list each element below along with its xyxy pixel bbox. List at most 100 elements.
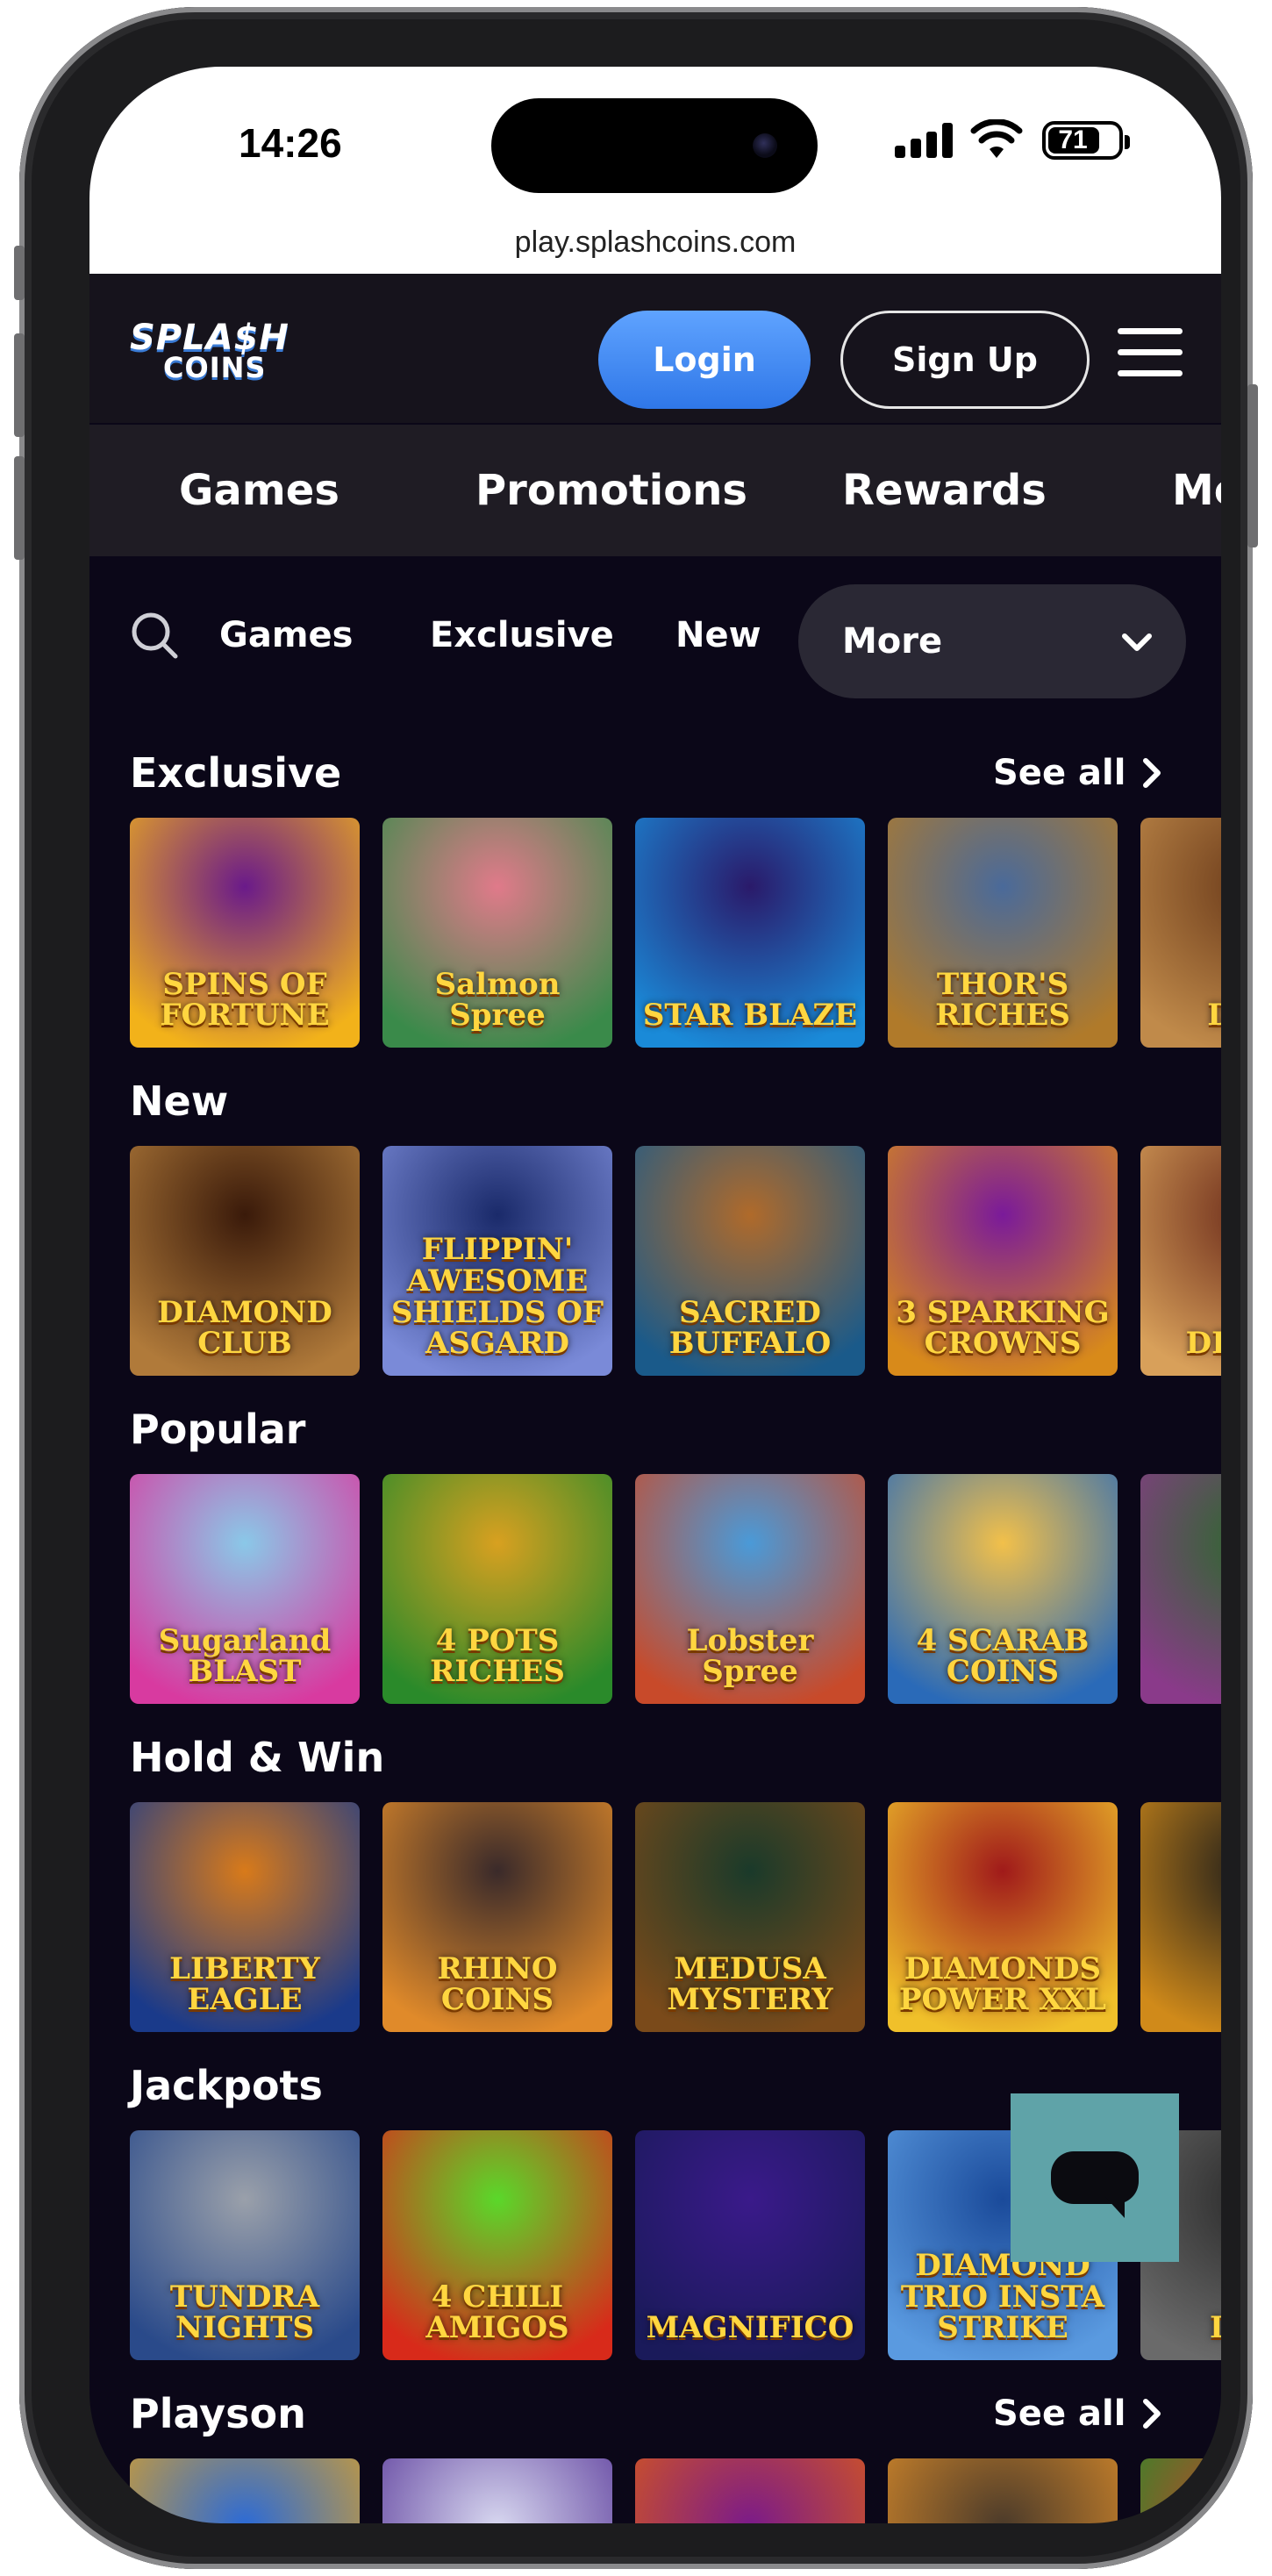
game-tile[interactable] [382,2458,612,2523]
phone-frame: 14:26 71 play.splashcoins.com SPLA$H COI… [14,7,1258,2569]
game-tile[interactable]: MEDUSA MYSTERY [635,1802,865,2032]
search-icon[interactable] [130,611,179,660]
game-tile[interactable]: Wi [1140,1474,1221,1704]
game-title: DESERT [1185,1326,1221,1362]
game-title: Sugarland BLAST [158,1622,332,1690]
filter-bar: Games Exclusive New More [89,556,1221,698]
game-title: DIAMOND CLUB [157,1294,332,1362]
section-title-exclusive: Exclusive [130,749,342,797]
game-row-new: DIAMOND CLUB FLIPPIN' AWESOME SHIELDS OF … [130,1146,1221,1376]
signal-icon [895,123,953,158]
game-tile[interactable]: 4 POTS RICHES [382,1474,612,1704]
game-tile[interactable]: DIAM [1140,818,1221,1048]
game-title: Salmon Spree [434,966,561,1034]
battery-icon: 71 [1042,121,1130,160]
see-all-label: See all [993,753,1126,793]
game-title: DIAMOND TRIO INSTA STRIKE [900,2247,1105,2346]
nav-item-games[interactable]: Games [179,425,339,556]
sign-up-button[interactable]: Sign Up [840,311,1090,409]
game-tile[interactable]: MAGNIFICO [635,2130,865,2360]
game-tile[interactable]: 3 SPARKING CROWNS [888,1146,1118,1376]
game-tile[interactable] [130,2458,360,2523]
splash-coins-logo[interactable]: SPLA$H COINS [130,318,289,384]
game-title: RHINO COINS [437,1950,558,2018]
section-title-playson: Playson [130,2390,306,2437]
section-title-hold-win: Hold & Win [130,1734,385,1781]
filter-games[interactable]: Games [219,607,353,663]
game-tile[interactable]: STAR BLAZE [635,818,865,1048]
game-tile[interactable] [635,2458,865,2523]
filter-exclusive[interactable]: Exclusive [430,607,614,663]
see-all-exclusive[interactable]: See all [993,753,1162,793]
game-tile[interactable]: SPINS OF FORTUNE [130,818,360,1048]
game-title: LIBERTY EAGLE [169,1950,320,2018]
game-row-popular: Sugarland BLAST 4 POTS RICHES Lobster Spre… [130,1474,1221,1704]
game-title: MEDUSA MYSTERY [667,1950,833,2018]
logo-text-bottom: COINS [163,351,267,384]
game-row-exclusive: SPINS OF FORTUNE Salmon Spree STAR BLAZE TH… [130,818,1221,1048]
game-tile[interactable]: Salmon Spree [382,818,612,1048]
game-title: DIAMONDS POWER XXL [898,1950,1107,2018]
game-tile[interactable]: MA [1140,1802,1221,2032]
game-tile[interactable]: FLIPPIN' AWESOME SHIELDS OF ASGARD [382,1146,612,1376]
game-tile[interactable] [1140,2458,1221,2523]
game-row-playson [130,2458,1221,2523]
game-tile[interactable]: DIAMONDS POWER XXL [888,1802,1118,2032]
game-tile[interactable]: DESERT [1140,1146,1221,1376]
game-tile[interactable]: 4 CHILI AMIGOS [382,2130,612,2360]
game-title: Licen [1210,2310,1221,2346]
hamburger-menu-icon[interactable] [1118,326,1183,379]
game-title: DIAM [1207,998,1221,1034]
volume-down-button [14,456,25,560]
screen: 14:26 71 play.splashcoins.com SPLA$H COI… [89,67,1221,2523]
camera-icon [753,133,777,158]
main-nav: Games Promotions Rewards Me [89,425,1221,556]
game-tile[interactable]: 4 SCARAB COINS [888,1474,1118,1704]
site-header: SPLA$H COINS Login Sign Up [89,274,1221,423]
game-title: 3 SPARKING CROWNS [896,1294,1110,1362]
chat-icon [1051,2151,1139,2204]
game-title: FLIPPIN' AWESOME SHIELDS OF ASGARD [390,1232,604,1362]
nav-item-rewards[interactable]: Rewards [842,425,1047,556]
game-title: MAGNIFICO [646,2310,854,2346]
nav-item-promotions[interactable]: Promotions [475,425,747,556]
wifi-icon [970,119,1023,158]
game-tile[interactable]: THOR'S RICHES [888,818,1118,1048]
dynamic-island [491,98,818,193]
game-tile[interactable]: LIBERTY EAGLE [130,1802,360,2032]
chevron-right-icon [1143,758,1161,788]
game-title: 4 POTS RICHES [430,1622,565,1690]
power-button [1247,384,1258,547]
more-dropdown-label: More [842,621,943,662]
nav-item-more[interactable]: Me [1172,425,1221,556]
game-title: Wi [1140,1657,1221,1704]
game-tile[interactable]: RHINO COINS [382,1802,612,2032]
game-title: MA [1140,1985,1221,2032]
game-tile[interactable]: TUNDRA NIGHTS [130,2130,360,2360]
game-title: 4 CHILI AMIGOS [425,2279,569,2346]
volume-up-button [14,333,25,437]
game-tile[interactable]: DIAMOND CLUB [130,1146,360,1376]
game-title: TUNDRA NIGHTS [169,2279,320,2346]
chat-widget-button[interactable] [1011,2093,1179,2262]
game-title: SACRED BUFFALO [668,1294,832,1362]
login-button[interactable]: Login [598,311,811,409]
game-tile[interactable]: Sugarland BLAST [130,1474,360,1704]
chat-icon-tail [1105,2197,1125,2218]
status-time: 14:26 [239,120,342,166]
game-title: STAR BLAZE [642,998,858,1034]
action-button [14,246,25,300]
chevron-right-icon [1143,2399,1161,2429]
game-tile[interactable]: Lobster Spree [635,1474,865,1704]
game-title: SPINS OF FORTUNE [160,966,330,1034]
status-bar: 14:26 71 [89,67,1221,211]
see-all-playson[interactable]: See all [993,2394,1162,2434]
game-tile[interactable] [888,2458,1118,2523]
more-dropdown[interactable]: More [798,584,1186,698]
game-title: Lobster Spree [686,1622,814,1690]
url-bar[interactable]: play.splashcoins.com [89,211,1221,274]
game-tile[interactable]: SACRED BUFFALO [635,1146,865,1376]
section-title-new: New [130,1077,229,1125]
game-row-hold-win: LIBERTY EAGLE RHINO COINS MEDUSA MYSTERY DI… [130,1802,1221,2032]
filter-new[interactable]: New [675,607,761,663]
